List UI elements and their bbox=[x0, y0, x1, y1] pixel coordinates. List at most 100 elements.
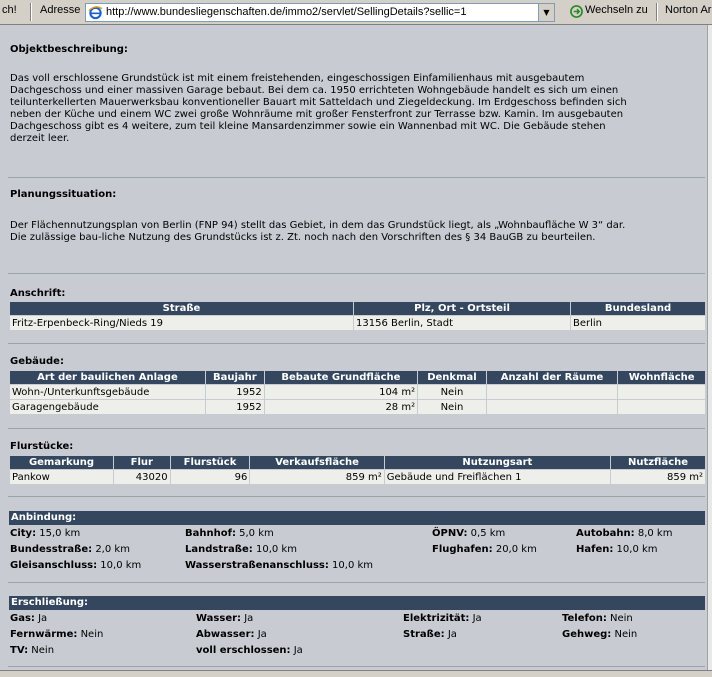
address-dropdown-button[interactable]: ▼ bbox=[538, 4, 554, 21]
flurstuecke-title: Flurstücke: bbox=[10, 441, 74, 452]
divider bbox=[8, 582, 705, 583]
table-cell: Fritz-Erpenbeck-Ring/Nieds 19 bbox=[10, 316, 353, 330]
table-cell: 1952 bbox=[205, 385, 264, 399]
table-cell: 96 bbox=[170, 470, 250, 484]
table-cell: Gebäude und Freiflächen 1 bbox=[384, 470, 611, 484]
table-row: Garagengebäude 1952 28 m² Nein bbox=[10, 400, 705, 414]
anbindung-header: Anbindung: bbox=[9, 511, 705, 525]
erschliessung-strasse: Straße: Ja bbox=[403, 629, 457, 640]
anschrift-title: Anschrift: bbox=[10, 288, 66, 299]
gebaeude-table: Art der baulichen Anlage Baujahr Bebaute… bbox=[9, 370, 706, 415]
text-line: Dachgeschoss und einer massiven Garage b… bbox=[10, 85, 619, 96]
text-line: teilunterkellerten Mauerwerksbau konvent… bbox=[10, 97, 627, 108]
column-header: Denkmal bbox=[418, 371, 486, 384]
table-cell: Pankow bbox=[10, 470, 114, 484]
url-text: http://www.bundesliegenschaften.de/immo2… bbox=[106, 6, 467, 18]
go-button[interactable]: Wechseln zu bbox=[585, 4, 648, 16]
anbindung-wasserstrasse: Wasserstraßenanschluss: 10,0 km bbox=[185, 560, 374, 571]
table-row: Pankow 43020 96 859 m² Gebäude und Freif… bbox=[10, 470, 705, 484]
planungssituation-title: Planungssituation: bbox=[10, 189, 117, 200]
anbindung-gleisanschluss: Gleisanschluss: 10,0 km bbox=[10, 560, 142, 571]
table-cell: Nein bbox=[418, 400, 486, 414]
text-line: neben der Küche und einem WC zwei große … bbox=[10, 109, 624, 120]
table-cell bbox=[618, 385, 705, 399]
erschliessung-gehweg: Gehweg: Nein bbox=[562, 629, 638, 640]
table-cell: 1952 bbox=[205, 400, 264, 414]
toolbar-separator bbox=[30, 3, 32, 21]
table-cell: Berlin bbox=[571, 316, 705, 330]
column-header: Straße bbox=[10, 302, 353, 315]
go-arrow-icon[interactable] bbox=[570, 5, 583, 18]
table-cell: 859 m² bbox=[611, 470, 705, 484]
table-cell: 859 m² bbox=[250, 470, 384, 484]
text-line: Dachgeschoss gibt es 4 weitere, zum teil… bbox=[10, 121, 606, 132]
table-cell: 43020 bbox=[114, 470, 170, 484]
divider bbox=[8, 496, 705, 497]
divider bbox=[8, 666, 705, 667]
column-header: Anzahl der Räume bbox=[486, 371, 618, 384]
column-header: Art der baulichen Anlage bbox=[10, 371, 205, 384]
table-header-row: Straße Plz, Ort - Ortsteil Bundesland bbox=[10, 302, 705, 315]
erschliessung-fernwaerme: Fernwärme: Nein bbox=[10, 629, 104, 640]
text-line: Das voll erschlossene Grundstück ist mit… bbox=[10, 73, 585, 84]
column-header: Bundesland bbox=[571, 302, 705, 315]
column-header: Wohnfläche bbox=[618, 371, 705, 384]
divider bbox=[8, 177, 705, 178]
divider bbox=[8, 343, 705, 344]
text-line: Die zulässige bau-liche Nutzung des Grun… bbox=[10, 232, 596, 243]
column-header: Gemarkung bbox=[10, 456, 114, 469]
anbindung-hafen: Hafen: 10,0 km bbox=[576, 544, 658, 555]
anbindung-oepnv: ÖPNV: 0,5 km bbox=[432, 528, 506, 539]
table-cell: Nein bbox=[418, 385, 486, 399]
anbindung-flughafen: Flughafen: 20,0 km bbox=[432, 544, 537, 555]
anschrift-table: Straße Plz, Ort - Ortsteil Bundesland Fr… bbox=[9, 301, 706, 331]
erschliessung-wasser: Wasser: Ja bbox=[196, 613, 254, 624]
objektbeschreibung-title: Objektbeschreibung: bbox=[10, 44, 128, 55]
toolbar-fragment-left[interactable]: ch! bbox=[2, 4, 17, 16]
column-header: Verkaufsfläche bbox=[250, 456, 384, 469]
toolbar-separator bbox=[656, 3, 658, 21]
erschliessung-header: Erschließung: bbox=[9, 596, 705, 610]
divider bbox=[8, 273, 705, 274]
flurstuecke-table: Gemarkung Flur Flurstück Verkaufsfläche … bbox=[9, 455, 706, 485]
status-bar bbox=[0, 670, 712, 677]
divider bbox=[8, 428, 705, 429]
address-input[interactable]: http://www.bundesliegenschaften.de/immo2… bbox=[85, 3, 555, 22]
table-row: Wohn-/Unterkunftsgebäude 1952 104 m² Nei… bbox=[10, 385, 705, 399]
address-label: Adresse bbox=[40, 4, 81, 16]
column-header: Baujahr bbox=[205, 371, 264, 384]
text-line: derzeit leer. bbox=[10, 133, 70, 144]
erschliessung-telefon: Telefon: Nein bbox=[562, 613, 633, 624]
anbindung-city: City: 15,0 km bbox=[10, 528, 81, 539]
table-header-row: Gemarkung Flur Flurstück Verkaufsfläche … bbox=[10, 456, 705, 469]
column-header: Nutzungsart bbox=[384, 456, 611, 469]
table-cell: Wohn-/Unterkunftsgebäude bbox=[10, 385, 205, 399]
column-header: Flur bbox=[114, 456, 170, 469]
table-cell: 104 m² bbox=[264, 385, 418, 399]
norton-toolbar-fragment[interactable]: Norton Ar bbox=[665, 4, 711, 16]
table-cell: 28 m² bbox=[264, 400, 418, 414]
anbindung-bundesstrasse: Bundesstraße: 2,0 km bbox=[10, 544, 130, 555]
vertical-scrollbar[interactable] bbox=[707, 25, 712, 670]
text-line: Der Flächennutzungsplan von Berlin (FNP … bbox=[10, 220, 626, 231]
table-cell: Garagengebäude bbox=[10, 400, 205, 414]
address-bar: ch! Adresse http://www.bundesliegenschaf… bbox=[0, 0, 712, 25]
ie-page-icon bbox=[88, 5, 103, 20]
table-cell bbox=[618, 400, 705, 414]
table-row: Fritz-Erpenbeck-Ring/Nieds 19 13156 Berl… bbox=[10, 316, 705, 330]
planungssituation-text: Der Flächennutzungsplan von Berlin (FNP … bbox=[10, 220, 700, 244]
erschliessung-gas: Gas: Ja bbox=[10, 613, 48, 624]
anbindung-bahnhof: Bahnhof: 5,0 km bbox=[185, 528, 274, 539]
erschliessung-voll-erschlossen: voll erschlossen: Ja bbox=[196, 645, 303, 656]
erschliessung-tv: TV: Nein bbox=[10, 645, 55, 656]
column-header: Nutzfläche bbox=[611, 456, 705, 469]
table-header-row: Art der baulichen Anlage Baujahr Bebaute… bbox=[10, 371, 705, 384]
anbindung-landstrasse: Landstraße: 10,0 km bbox=[185, 544, 297, 555]
gebaeude-title: Gebäude: bbox=[10, 356, 64, 367]
table-cell bbox=[486, 400, 618, 414]
column-header: Plz, Ort - Ortsteil bbox=[354, 302, 570, 315]
column-header: Flurstück bbox=[170, 456, 250, 469]
anbindung-autobahn: Autobahn: 8,0 km bbox=[576, 528, 673, 539]
table-cell: 13156 Berlin, Stadt bbox=[354, 316, 570, 330]
table-cell bbox=[486, 385, 618, 399]
